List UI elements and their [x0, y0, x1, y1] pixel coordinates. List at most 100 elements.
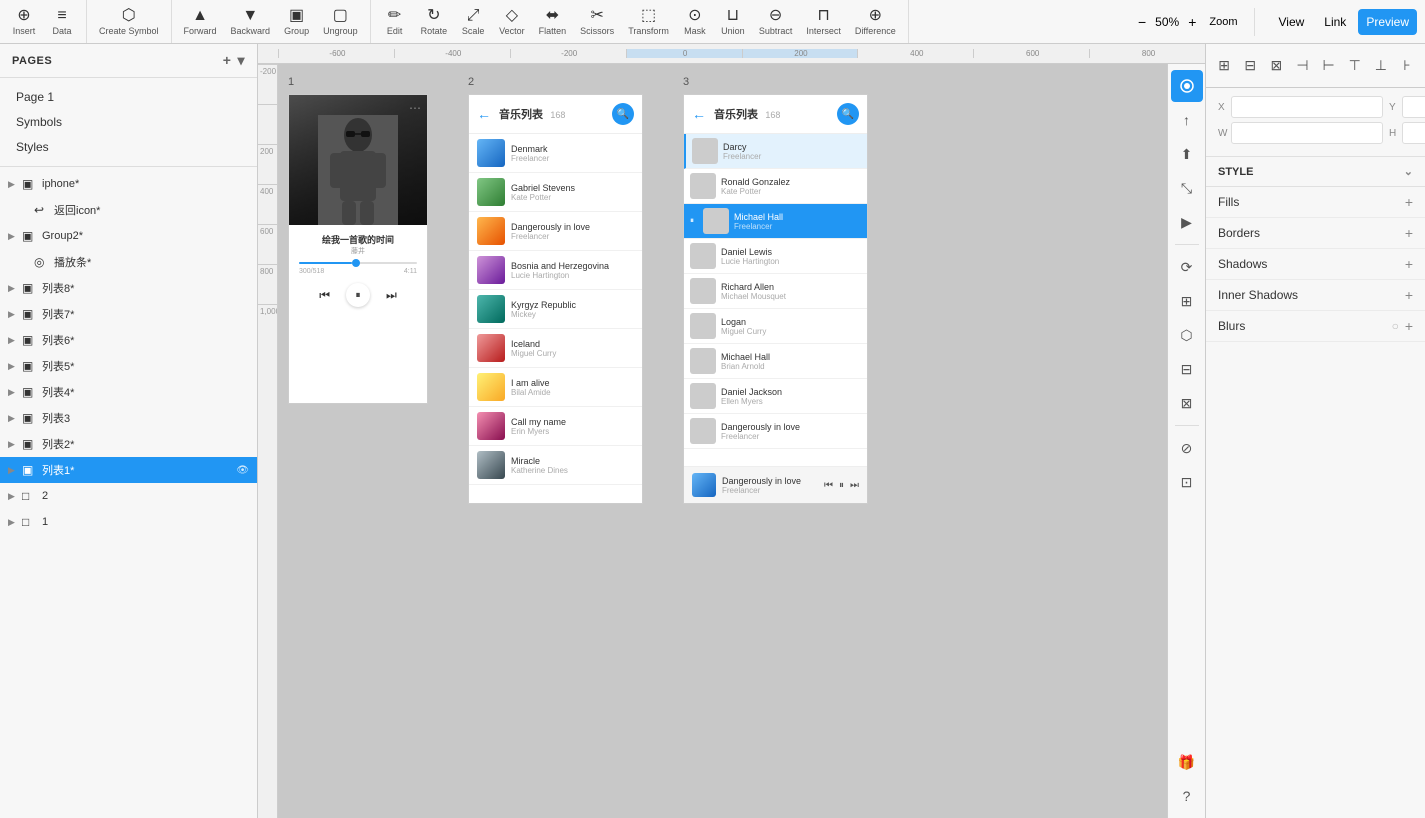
- borders-add-icon[interactable]: +: [1405, 225, 1413, 241]
- frame1-progress-bar[interactable]: [299, 262, 417, 264]
- insert-button[interactable]: ⊕ Insert: [6, 3, 42, 41]
- list-item[interactable]: Logan Miguel Curry: [684, 309, 867, 344]
- image-button[interactable]: ⊡: [1171, 466, 1203, 498]
- rotate-canvas-button[interactable]: ⟳: [1171, 251, 1203, 283]
- union-button[interactable]: ⊔ Union: [715, 3, 751, 41]
- mask-button[interactable]: ⊙ Mask: [677, 3, 713, 41]
- align-button[interactable]: ⊞: [1171, 285, 1203, 317]
- layer-list8[interactable]: ▶ ▣ 列表8*: [0, 275, 257, 301]
- share-button[interactable]: ⬆: [1171, 138, 1203, 170]
- layer-list1[interactable]: ▶ ▣ 列表1* 👁: [0, 457, 257, 483]
- frame-1[interactable]: ⋯ 绘我一首歌的时间 藤井 30: [288, 94, 428, 404]
- group-button[interactable]: ▣ Group: [278, 3, 315, 41]
- style-options-icon[interactable]: ⌄: [1404, 165, 1413, 178]
- frame3-next-button[interactable]: ⏭: [850, 480, 859, 491]
- rs-align-bottom-button[interactable]: ⊦: [1397, 52, 1417, 80]
- layer-list2[interactable]: ▶ ▣ 列表2*: [0, 431, 257, 457]
- rs-shadows-row[interactable]: Shadows +: [1206, 249, 1425, 280]
- nav-styles[interactable]: Styles: [4, 135, 253, 159]
- zoom-out-button[interactable]: −: [1133, 12, 1151, 32]
- frame2-back-button[interactable]: ←: [477, 106, 491, 122]
- frame3-search-button[interactable]: 🔍: [837, 103, 859, 125]
- frame1-play-button[interactable]: ⏸: [346, 283, 370, 307]
- scale-button[interactable]: ⤢ Scale: [455, 3, 491, 41]
- rs-blurs-row[interactable]: Blurs ○ +: [1206, 311, 1425, 342]
- list-item[interactable]: ⏸ Michael Hall Freelancer: [684, 204, 867, 239]
- layer-1[interactable]: ▶ □ 1: [0, 509, 257, 535]
- frame3-prev-button[interactable]: ⏮: [824, 480, 833, 491]
- add-page-button[interactable]: +: [223, 52, 232, 69]
- layer-list4[interactable]: ▶ ▣ 列表4*: [0, 379, 257, 405]
- rs-align-left-button[interactable]: ⊞: [1214, 52, 1234, 80]
- list-item[interactable]: Ronald Gonzalez Kate Potter: [684, 169, 867, 204]
- inner-shadows-add-icon[interactable]: +: [1405, 287, 1413, 303]
- frame1-next-button[interactable]: ⏭: [386, 288, 397, 303]
- scissors-button[interactable]: ✂ Scissors: [574, 3, 620, 41]
- frame2-search-button[interactable]: 🔍: [612, 103, 634, 125]
- visibility-iphone-icon[interactable]: 👁: [236, 179, 249, 190]
- frame1-prev-button[interactable]: ⏮: [319, 288, 330, 303]
- frame3-back-button[interactable]: ←: [692, 106, 706, 122]
- frame1-menu-button[interactable]: ⋯: [409, 101, 421, 115]
- link-button[interactable]: Link: [1316, 15, 1354, 29]
- list-item[interactable]: Gabriel Stevens Kate Potter: [469, 173, 642, 212]
- layer-list6[interactable]: ▶ ▣ 列表6*: [0, 327, 257, 353]
- preview-button[interactable]: Preview: [1358, 9, 1417, 35]
- layer-return[interactable]: ↩ 返回icon*: [0, 197, 257, 223]
- rs-align-top-button[interactable]: ⊤: [1345, 52, 1365, 80]
- nav-symbols[interactable]: Symbols: [4, 110, 253, 134]
- list-item[interactable]: Daniel Lewis Lucie Hartington: [684, 239, 867, 274]
- inspector-button[interactable]: [1171, 70, 1203, 102]
- list-item[interactable]: I am alive Bilal Amide: [469, 368, 642, 407]
- list-item[interactable]: Richard Allen Michael Mousquet: [684, 274, 867, 309]
- rs-dist-h-button[interactable]: ⊣: [1292, 52, 1312, 80]
- layer-group2[interactable]: ▶ ▣ Group2*: [0, 223, 257, 249]
- history-button[interactable]: ⊘: [1171, 432, 1203, 464]
- rs-dist-v-button[interactable]: ⊢: [1319, 52, 1339, 80]
- blurs-toggle-icon[interactable]: ○: [1392, 319, 1399, 333]
- rs-inner-shadows-row[interactable]: Inner Shadows +: [1206, 280, 1425, 311]
- frame-2[interactable]: ← 音乐列表 168 🔍: [468, 94, 643, 504]
- play-button[interactable]: ▶: [1171, 206, 1203, 238]
- layer-iphone[interactable]: ▶ ▣ iphone* 👁: [0, 171, 257, 197]
- fills-add-icon[interactable]: +: [1405, 194, 1413, 210]
- rs-align-right-button[interactable]: ⊠: [1266, 52, 1286, 80]
- visibility-list1-icon[interactable]: 👁: [236, 465, 249, 476]
- component-button[interactable]: ⬡: [1171, 319, 1203, 351]
- edit-button[interactable]: ✏ Edit: [377, 3, 413, 41]
- frame-3[interactable]: ← 音乐列表 168 🔍: [683, 94, 868, 504]
- list-item[interactable]: Call my name Erin Myers: [469, 407, 642, 446]
- list-item[interactable]: Dangerously in love Freelancer: [684, 414, 867, 449]
- w-input[interactable]: [1231, 122, 1383, 144]
- h-input[interactable]: [1402, 122, 1425, 144]
- shadows-add-icon[interactable]: +: [1405, 256, 1413, 272]
- list-item[interactable]: Michael Hall Brian Arnold: [684, 344, 867, 379]
- list-item[interactable]: Darcy Freelancer: [684, 134, 867, 169]
- rs-borders-row[interactable]: Borders +: [1206, 218, 1425, 249]
- transform-button[interactable]: ⬚ Transform: [622, 3, 675, 41]
- grid-button[interactable]: ⊟: [1171, 353, 1203, 385]
- difference-button[interactable]: ⊕ Difference: [849, 3, 902, 41]
- frame3-play-button[interactable]: ⏸: [839, 480, 844, 491]
- rs-fills-row[interactable]: Fills +: [1206, 187, 1425, 218]
- data-button[interactable]: ≡ Data: [44, 3, 80, 41]
- forward-button[interactable]: ▲ Forward: [178, 3, 223, 41]
- intersect-button[interactable]: ⊓ Intersect: [800, 3, 847, 41]
- list-item[interactable]: Miracle Katherine Dines: [469, 446, 642, 485]
- blurs-add-icon[interactable]: +: [1405, 318, 1413, 334]
- layer-list5[interactable]: ▶ ▣ 列表5*: [0, 353, 257, 379]
- canvas-viewport[interactable]: 1: [278, 64, 1167, 818]
- list-item[interactable]: Bosnia and Herzegovina Lucie Hartington: [469, 251, 642, 290]
- view-button[interactable]: View: [1271, 15, 1313, 29]
- create-symbol-button[interactable]: ⬡ Create Symbol: [93, 3, 165, 41]
- rs-align-center-button[interactable]: ⊟: [1240, 52, 1260, 80]
- backward-button[interactable]: ▼ Backward: [225, 3, 277, 41]
- export-button[interactable]: ⊠: [1171, 387, 1203, 419]
- layer-play[interactable]: ◎ 播放条*: [0, 249, 257, 275]
- flatten-button[interactable]: ⬌ Flatten: [533, 3, 573, 41]
- help-button[interactable]: ?: [1171, 780, 1203, 812]
- layer-list3[interactable]: ▶ ▣ 列表3: [0, 405, 257, 431]
- y-input[interactable]: [1402, 96, 1425, 118]
- upload-button[interactable]: ↑: [1171, 104, 1203, 136]
- x-input[interactable]: [1231, 96, 1383, 118]
